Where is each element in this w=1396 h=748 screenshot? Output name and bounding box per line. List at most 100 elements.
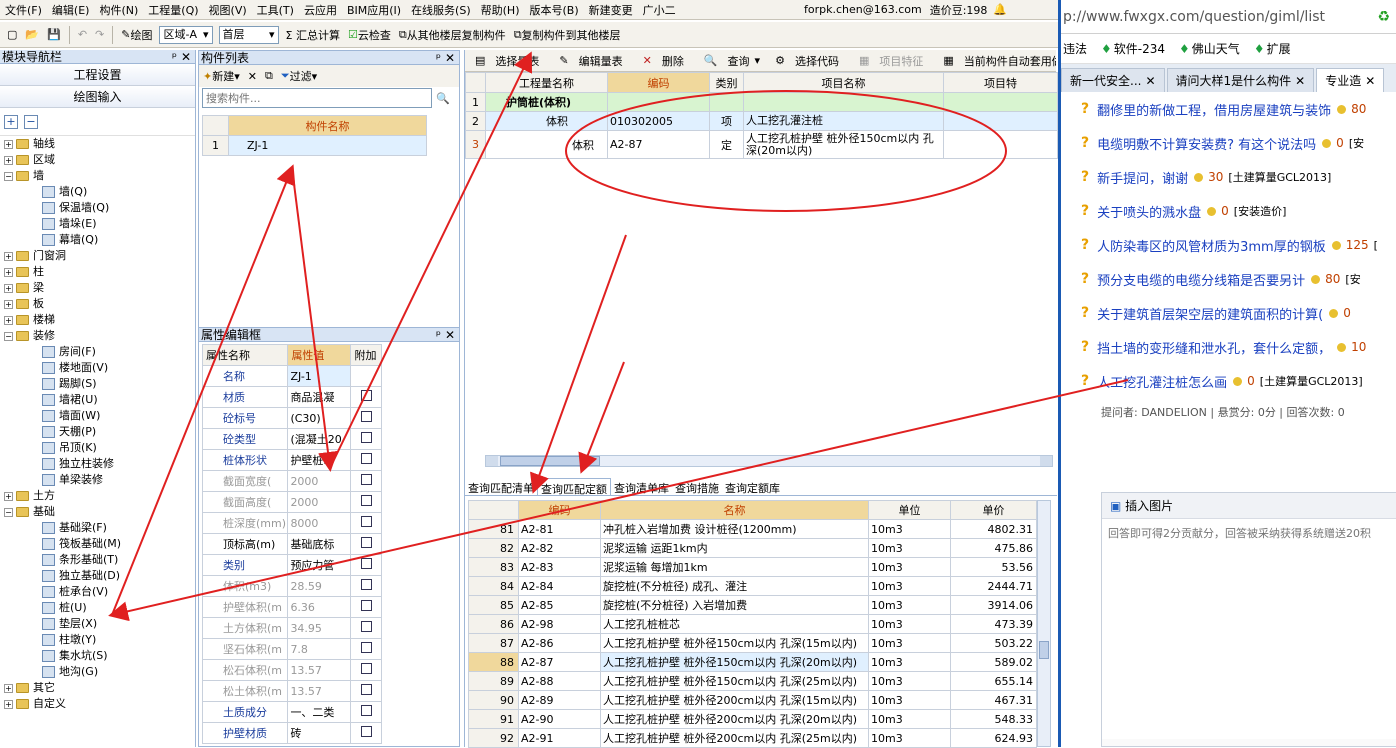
browser-tab[interactable]: 专业造 ✕ (1316, 68, 1385, 92)
question-tag[interactable]: [安 (1345, 271, 1360, 287)
attach-checkbox[interactable] (360, 537, 372, 548)
table-row[interactable]: 材质 商品混凝 (201, 386, 382, 408)
menu-item[interactable]: 广小二 (638, 2, 681, 18)
tab-query[interactable]: 查询清单库 (611, 478, 672, 495)
close-icon[interactable]: ✕ (1365, 74, 1375, 88)
tab-query[interactable]: 查询匹配清单 (465, 478, 537, 495)
question-tag[interactable]: [ (1374, 239, 1378, 252)
redo-icon[interactable]: ↷ (91, 28, 108, 41)
floor-select[interactable]: 首层 ▾ (218, 25, 279, 44)
question-title[interactable]: 翻修里的新做工程，借用房屋建筑与装饰 (1097, 100, 1331, 119)
attach-checkbox[interactable] (360, 390, 372, 401)
table-row[interactable]: 89 A2-88 人工挖孔桩护壁 桩外径150cm以内 孔深(25m以内) 10m3 6… (468, 671, 1037, 691)
attach-checkbox[interactable] (360, 642, 372, 653)
expand-icon[interactable]: + (4, 283, 13, 293)
delete-button[interactable]: ✕ 删除 (633, 53, 694, 69)
scroll-left-icon[interactable] (486, 456, 498, 466)
list-item[interactable]: ? 关于建筑首层架空层的建筑面积的计算(0 (1061, 296, 1396, 330)
table-row[interactable]: 92 A2-91 人工挖孔桩护壁 桩外径200cm以内 孔深(25m以内) 10m3 6… (468, 728, 1037, 748)
collapse-icon[interactable]: − (4, 331, 13, 341)
query-button[interactable]: 🔍 查询 ▾ (694, 53, 765, 69)
prop-value[interactable]: 13.57 (287, 659, 352, 681)
expand-icon[interactable]: + (4, 139, 13, 149)
qty-code[interactable]: 010302005 (607, 111, 710, 131)
tree-leaf[interactable]: 基础梁(F) (42, 520, 195, 536)
table-row[interactable]: 82 A2-82 泥浆运输 运距1km内 10m3 475.86 (468, 538, 1037, 558)
table-row[interactable]: 名称 ZJ-1 (201, 365, 382, 387)
table-row[interactable]: 1 护筒桩(体积) (465, 92, 1058, 112)
list-item[interactable]: ? 新手提问，谢谢 30 [土建算量GCL2013] (1061, 160, 1396, 194)
attach-checkbox[interactable] (360, 684, 372, 695)
tree-leaf[interactable]: 桩(U) (42, 600, 195, 616)
tree-leaf[interactable]: 踢脚(S) (42, 376, 195, 392)
list-item[interactable]: ? 挡土墙的变形缝和泄水孔，套什么定额， 10 (1061, 330, 1396, 364)
close-icon[interactable]: ✕ (1145, 74, 1155, 88)
scrollbar-thumb[interactable] (500, 456, 600, 466)
tree-folder[interactable]: + 楼梯 (4, 312, 195, 328)
list-item[interactable]: ? 翻修里的新做工程，借用房屋建筑与装饰 80 (1061, 92, 1396, 126)
attach-checkbox[interactable] (360, 495, 372, 506)
tree-leaf[interactable]: 单梁装修 (42, 472, 195, 488)
question-tag[interactable]: [安装造价] (1234, 203, 1287, 219)
table-row[interactable]: 84 A2-84 旋挖桩(不分桩径) 成孔、灌注 10m3 2444.71 (468, 576, 1037, 596)
tree-folder[interactable]: + 板 (4, 296, 195, 312)
tree-leaf[interactable]: 条形基础(T) (42, 552, 195, 568)
table-row[interactable]: 2 体积 010302005 项人工挖孔灌注桩 (465, 111, 1058, 131)
table-row[interactable]: 顶标高(m) 基础底标 (201, 533, 382, 555)
list-item[interactable]: ? 电缆明敷不计算安装费? 有这个说法吗 0 [安 (1061, 126, 1396, 160)
question-title[interactable]: 人工挖孔灌注桩怎么画 (1097, 372, 1227, 391)
save-icon[interactable]: 💾 (43, 28, 65, 41)
table-row[interactable]: 土方体积(m 34.95 (201, 617, 382, 639)
component-search-input[interactable] (202, 88, 432, 108)
attach-checkbox[interactable] (360, 432, 372, 443)
tree-leaf[interactable]: 墙(Q) (42, 184, 195, 200)
tree-folder[interactable]: + 自定义 (4, 696, 195, 712)
prop-value[interactable]: 一、二类 (287, 701, 352, 723)
pin-icon[interactable]: ᵖ (436, 328, 441, 342)
area-select[interactable]: 区域-A ▾ (159, 25, 213, 44)
table-row[interactable]: 砼类型 (混凝土20 (201, 428, 382, 450)
table-row[interactable]: 土质成分 一、二类 (201, 701, 382, 723)
attach-checkbox[interactable] (360, 663, 372, 674)
tree-leaf[interactable]: 柱墩(Y) (42, 632, 195, 648)
prop-value[interactable]: 2000 (287, 491, 352, 513)
tree-leaf[interactable]: 墙裙(U) (42, 392, 195, 408)
menu-item[interactable]: 帮助(H) (476, 2, 525, 18)
attach-checkbox[interactable] (360, 474, 372, 485)
close-icon[interactable]: ✕ (1295, 74, 1305, 88)
prop-value[interactable]: 13.57 (287, 680, 352, 702)
prop-value[interactable]: ZJ-1 (287, 365, 352, 387)
address-bar[interactable]: p://www.fwxgx.com/question/giml/list ♻ (1061, 0, 1396, 34)
tree-leaf[interactable]: 保温墙(Q) (42, 200, 195, 216)
prop-value[interactable]: 基础底标 (287, 533, 352, 555)
attach-checkbox[interactable] (360, 600, 372, 611)
question-title[interactable]: 人防染毒区的风管材质为3mm厚的钢板 (1097, 236, 1326, 255)
copy-icon[interactable]: ⧉ (265, 69, 273, 83)
auto-apply-button[interactable]: ▦当前构件自动套用做法 (933, 53, 1056, 69)
undo-icon[interactable]: ↶ (74, 28, 91, 41)
table-row[interactable]: 3 体积 A2-87 定人工挖孔桩护壁 桩外径150cm以内 孔深(20m以内) (465, 130, 1058, 159)
refresh-icon[interactable]: ♻ (1377, 9, 1390, 25)
expand-icon[interactable]: + (4, 299, 13, 309)
draw-input-button[interactable]: 绘图输入 (0, 86, 195, 108)
menu-item[interactable]: 在线服务(S) (406, 2, 476, 18)
list-item[interactable]: ? 人工挖孔灌注桩怎么画 0 [土建算量GCL2013] (1061, 364, 1396, 398)
menu-item[interactable]: BIM应用(I) (342, 2, 406, 18)
tree-folder[interactable]: + 轴线 (4, 136, 195, 152)
pin-icon[interactable]: ᵖ (172, 50, 177, 64)
question-title[interactable]: 挡土墙的变形缝和泄水孔，套什么定额， (1097, 338, 1331, 357)
table-row[interactable]: 砼标号 (C30) (201, 407, 382, 429)
scrollbar-thumb[interactable] (1039, 641, 1049, 659)
attach-checkbox[interactable] (360, 705, 372, 716)
prop-value[interactable]: 7.8 (287, 638, 352, 660)
table-row[interactable]: 护壁材质砖 (201, 722, 382, 744)
expand-icon[interactable]: + (4, 683, 13, 693)
expand-icon[interactable]: + (4, 267, 13, 277)
expand-icon[interactable]: + (4, 315, 13, 325)
tree-folder[interactable]: + 门窗洞 (4, 248, 195, 264)
collapse-icon[interactable]: − (4, 507, 13, 517)
question-tag[interactable]: [土建算量GCL2013] (1228, 169, 1331, 185)
menu-item[interactable]: 版本号(B) (525, 2, 584, 18)
tree-leaf[interactable]: 墙面(W) (42, 408, 195, 424)
prop-value[interactable]: 护壁桩3 (287, 449, 352, 471)
